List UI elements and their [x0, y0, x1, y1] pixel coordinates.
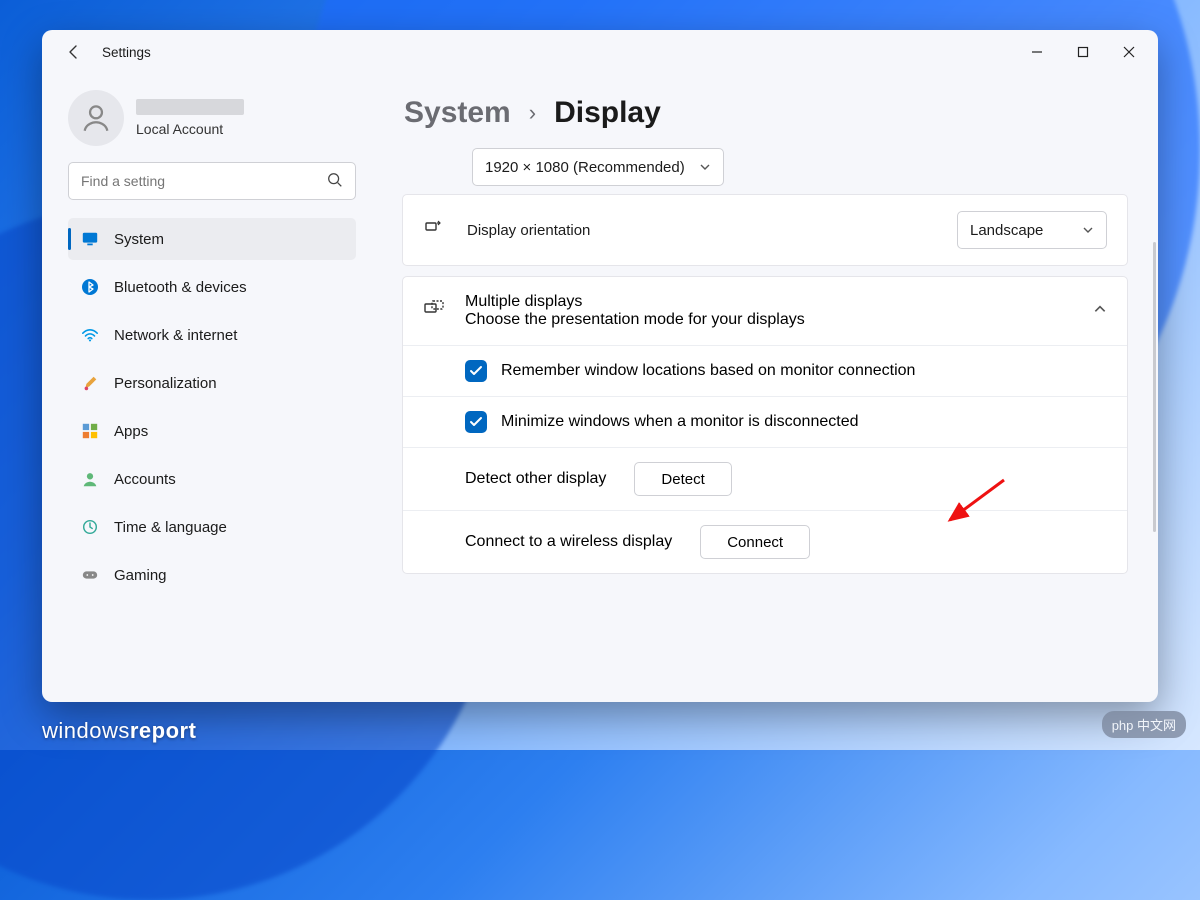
detect-button[interactable]: Detect — [634, 462, 731, 496]
remember-locations-label: Remember window locations based on monit… — [501, 362, 915, 380]
resolution-dropdown[interactable]: 1920 × 1080 (Recommended) — [472, 148, 724, 186]
minimize-button[interactable] — [1014, 36, 1060, 68]
search-icon — [326, 171, 344, 194]
sidebar-item-gaming[interactable]: Gaming — [68, 554, 356, 596]
sidebar-item-label: Time & language — [114, 519, 227, 536]
orientation-card: Display orientation Landscape — [402, 194, 1128, 266]
bluetooth-icon — [80, 277, 100, 297]
sidebar-item-time-language[interactable]: Time & language — [68, 506, 356, 548]
maximize-button[interactable] — [1060, 36, 1106, 68]
multiple-displays-header[interactable]: Multiple displays Choose the presentatio… — [403, 277, 1127, 345]
check-icon — [469, 415, 483, 429]
account-type: Local Account — [136, 121, 244, 137]
minimize-icon — [1031, 46, 1043, 58]
multiple-displays-subtitle: Choose the presentation mode for your di… — [465, 311, 805, 329]
watermark: windowsreport — [42, 718, 196, 744]
sidebar-item-label: Gaming — [114, 567, 167, 584]
maximize-icon — [1077, 46, 1089, 58]
multiple-displays-title: Multiple displays — [465, 293, 805, 311]
remember-locations-row[interactable]: Remember window locations based on monit… — [403, 345, 1127, 396]
multiple-displays-card: Multiple displays Choose the presentatio… — [402, 276, 1128, 574]
main-content: System › Display 1920 × 1080 (Recommende… — [372, 74, 1158, 702]
orientation-dropdown[interactable]: Landscape — [957, 211, 1107, 249]
sidebar: Local Account System Bluetooth & devices… — [42, 74, 372, 702]
sidebar-item-personalization[interactable]: Personalization — [68, 362, 356, 404]
php-badge: php 中文网 — [1102, 711, 1186, 738]
scrollbar[interactable] — [1153, 242, 1156, 532]
settings-window: Settings Local Account — [42, 30, 1158, 702]
sidebar-item-label: System — [114, 231, 164, 248]
breadcrumb-current: Display — [554, 96, 661, 130]
resolution-value: 1920 × 1080 (Recommended) — [485, 159, 685, 176]
sidebar-item-apps[interactable]: Apps — [68, 410, 356, 452]
chevron-up-icon — [1093, 302, 1107, 321]
window-title: Settings — [102, 45, 151, 60]
checkbox-checked[interactable] — [465, 411, 487, 433]
account-icon — [80, 469, 100, 489]
multiple-displays-icon — [423, 298, 445, 325]
profile-block[interactable]: Local Account — [68, 90, 356, 146]
chevron-right-icon: › — [529, 100, 536, 126]
sidebar-item-label: Apps — [114, 423, 148, 440]
sidebar-item-label: Bluetooth & devices — [114, 279, 247, 296]
avatar — [68, 90, 124, 146]
gamepad-icon — [80, 565, 100, 585]
search-field[interactable] — [68, 162, 356, 200]
checkbox-checked[interactable] — [465, 360, 487, 382]
arrow-left-icon — [66, 44, 82, 60]
breadcrumb: System › Display — [404, 96, 1128, 130]
apps-icon — [80, 421, 100, 441]
sidebar-item-label: Personalization — [114, 375, 217, 392]
back-button[interactable] — [60, 38, 88, 66]
detect-display-label: Detect other display — [465, 470, 606, 488]
orientation-label: Display orientation — [467, 222, 590, 239]
monitor-icon — [80, 229, 100, 249]
chevron-down-icon — [699, 161, 711, 173]
wireless-display-row: Connect to a wireless display Connect — [403, 510, 1127, 573]
breadcrumb-parent[interactable]: System — [404, 96, 511, 130]
sidebar-item-label: Network & internet — [114, 327, 237, 344]
orientation-value: Landscape — [970, 222, 1043, 239]
wireless-display-label: Connect to a wireless display — [465, 533, 672, 551]
clock-globe-icon — [80, 517, 100, 537]
titlebar: Settings — [42, 30, 1158, 74]
search-input[interactable] — [68, 162, 356, 200]
close-icon — [1123, 46, 1135, 58]
sidebar-item-accounts[interactable]: Accounts — [68, 458, 356, 500]
chevron-down-icon — [1082, 224, 1094, 236]
username-redacted — [136, 99, 244, 115]
check-icon — [469, 364, 483, 378]
sidebar-item-network[interactable]: Network & internet — [68, 314, 356, 356]
close-button[interactable] — [1106, 36, 1152, 68]
person-icon — [79, 101, 113, 135]
paintbrush-icon — [80, 373, 100, 393]
sidebar-item-label: Accounts — [114, 471, 176, 488]
detect-display-row: Detect other display Detect — [403, 447, 1127, 510]
connect-button[interactable]: Connect — [700, 525, 810, 559]
wifi-icon — [80, 325, 100, 345]
minimize-disconnected-row[interactable]: Minimize windows when a monitor is disco… — [403, 396, 1127, 447]
orientation-icon — [423, 218, 447, 243]
sidebar-item-system[interactable]: System — [68, 218, 356, 260]
sidebar-item-bluetooth[interactable]: Bluetooth & devices — [68, 266, 356, 308]
minimize-disconnected-label: Minimize windows when a monitor is disco… — [501, 413, 859, 431]
